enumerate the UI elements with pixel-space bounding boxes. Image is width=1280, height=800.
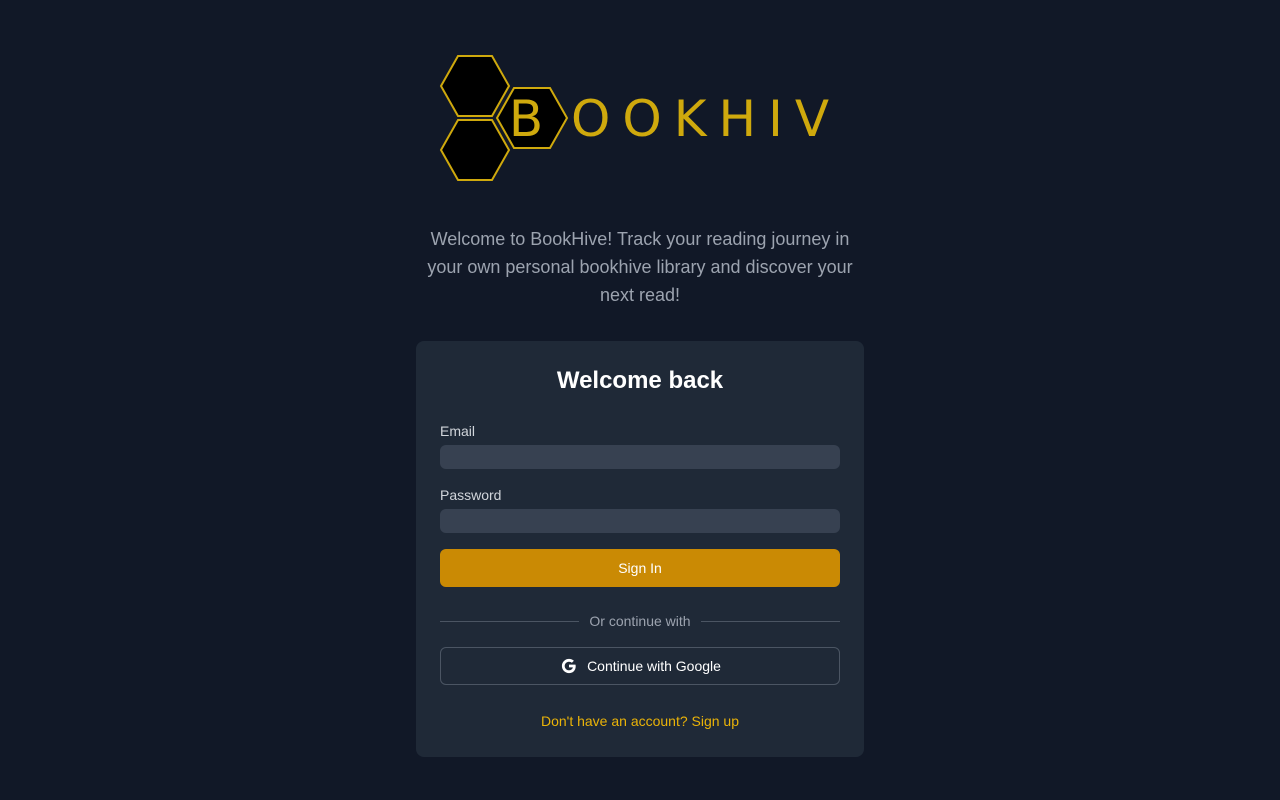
- logo-wordmark: OOKHIVE: [571, 90, 837, 148]
- divider-line-left: [440, 620, 580, 622]
- logo-letter: B: [509, 90, 555, 148]
- sign-up-link[interactable]: Don't have an account? Sign up: [416, 711, 864, 731]
- google-button-label: Continue with Google: [587, 658, 721, 674]
- google-sign-in-button[interactable]: Continue with Google: [440, 647, 840, 685]
- divider-text: Or continue with: [589, 613, 691, 629]
- divider-line-right: [700, 620, 841, 622]
- password-field[interactable]: [440, 509, 840, 533]
- honeycomb-logo-icon: B OOKHIVE: [439, 55, 837, 181]
- password-label: Password: [440, 487, 502, 503]
- card-title: Welcome back: [556, 367, 724, 394]
- sign-in-button[interactable]: Sign In: [440, 549, 840, 587]
- login-card: Welcome back Email Password Sign In Or c…: [416, 341, 864, 757]
- email-field[interactable]: [440, 445, 840, 469]
- email-label: Email: [440, 423, 476, 439]
- login-page: B OOKHIVE Welcome to BookHive! Track you…: [0, 0, 1280, 800]
- intro-text: Welcome to BookHive! Track your reading …: [427, 229, 853, 305]
- divider: Or continue with: [440, 611, 841, 631]
- google-icon: [559, 656, 579, 676]
- bookhive-logo: B OOKHIVE: [437, 50, 837, 186]
